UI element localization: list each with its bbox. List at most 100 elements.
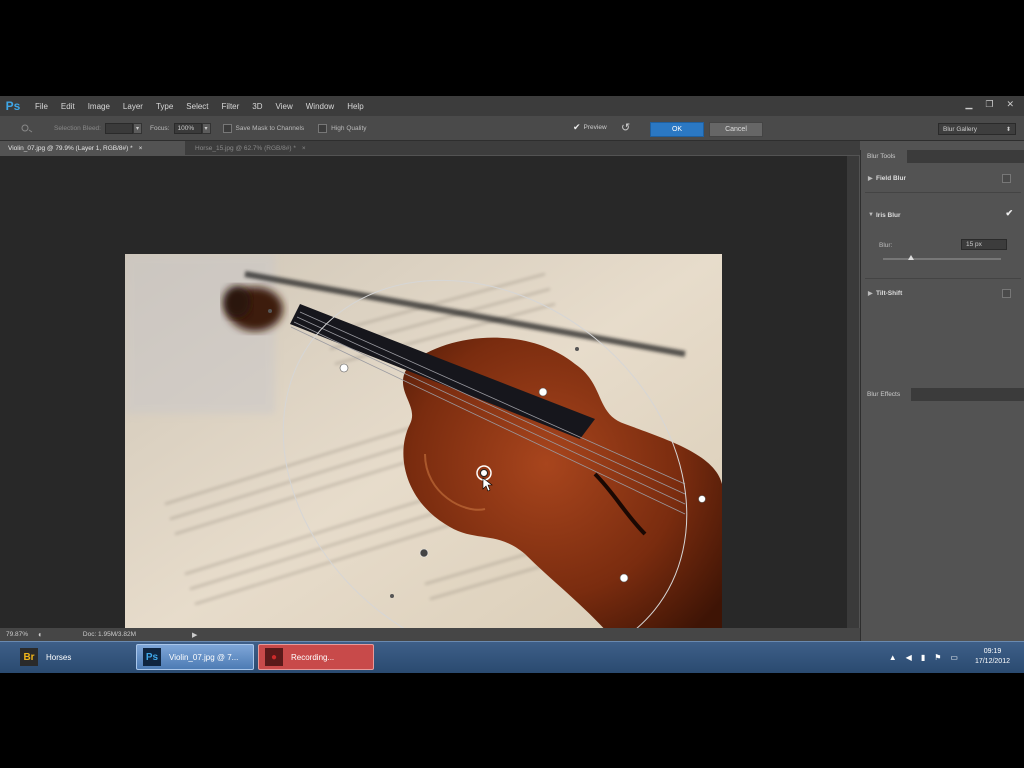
field-blur-row[interactable]: ▶ Field Blur <box>861 169 1024 187</box>
taskbar-item-label: Recording... <box>291 652 335 662</box>
recording-icon: ● <box>265 648 283 666</box>
taskbar-item-label: Violin_07.jpg @ 7... <box>169 652 239 662</box>
mouse-cursor-icon <box>482 477 493 492</box>
volume-icon[interactable]: ◀ <box>906 653 912 662</box>
iris-blur-label: Iris Blur <box>876 211 901 219</box>
photoshop-app-icon: Ps <box>143 648 161 666</box>
flag-icon[interactable]: ⚑ <box>934 653 941 662</box>
menu-help[interactable]: Help <box>347 102 363 111</box>
iris-center-pin-icon <box>476 465 492 481</box>
expand-triangle-icon[interactable]: ▶ <box>868 175 876 182</box>
iris-feather-handle <box>339 363 349 373</box>
focus-field[interactable]: 100% <box>173 122 202 134</box>
menu-edit[interactable]: Edit <box>61 102 75 111</box>
menu-bar: Ps File Edit Image Layer Type Select Fil… <box>0 96 1024 116</box>
menu-layer[interactable]: Layer <box>123 102 143 111</box>
close-tab-icon[interactable]: × <box>302 145 306 152</box>
menu-window[interactable]: Window <box>306 102 334 111</box>
focus-label: Focus: <box>149 124 170 132</box>
iris-ellipse-handle <box>698 495 706 503</box>
blur-tools-tab[interactable]: Blur Tools <box>861 150 907 163</box>
preview-label: Preview <box>583 124 607 131</box>
iris-feather-handle <box>619 573 629 583</box>
photoshop-window: Ps File Edit Image Layer Type Select Fil… <box>0 96 1024 641</box>
selection-bleed-label: Selection Bleed: <box>54 124 101 132</box>
save-mask-label: Save Mask to Channels <box>235 124 305 132</box>
high-quality-checkbox[interactable] <box>318 123 328 133</box>
network-icon[interactable]: ▮ <box>921 653 925 662</box>
doc-size: Doc: 1.95M/3.82M <box>82 631 136 638</box>
display-icon[interactable]: ▭ <box>950 653 958 662</box>
divider <box>865 192 1021 193</box>
menu-image[interactable]: Image <box>88 102 110 111</box>
options-bar: Selection Bleed: ▾ Focus: 100% ▾ Save Ma… <box>0 116 1024 141</box>
taskbar-item-bridge[interactable]: Br Horses <box>14 644 132 670</box>
selection-bleed-field[interactable] <box>104 122 133 134</box>
preview-checkmark-icon[interactable]: ✔ <box>573 122 581 133</box>
tilt-shift-row[interactable]: ▶ Tilt-Shift <box>861 284 1024 302</box>
taskbar: Br Horses Ps Violin_07.jpg @ 7... ● Reco… <box>0 641 1024 673</box>
pin-tool-icon[interactable] <box>20 123 40 133</box>
selection-bleed-dropdown[interactable]: ▾ <box>132 122 142 134</box>
taskbar-item-recording[interactable]: ● Recording... <box>258 644 374 670</box>
ok-button[interactable]: OK <box>650 122 704 137</box>
cancel-button[interactable]: Cancel <box>709 122 763 137</box>
tab-violin[interactable]: Violin_07.jpg @ 79.9% (Layer 1, RGB/8#) … <box>0 141 185 155</box>
status-info-icon[interactable]: ◐ <box>38 630 43 639</box>
high-quality-label: High Quality <box>331 124 367 132</box>
blur-amount-field[interactable]: 15 px <box>961 239 1007 250</box>
iris-blur-overlay[interactable] <box>0 156 847 628</box>
taskbar-item-photoshop[interactable]: Ps Violin_07.jpg @ 7... <box>136 644 254 670</box>
status-bar: 79.87% ◐ Doc: 1.95M/3.82M ▶ <box>0 628 860 641</box>
document-tabs: Violin_07.jpg @ 79.9% (Layer 1, RGB/8#) … <box>0 141 860 155</box>
iris-blur-checkmark-icon[interactable]: ✔ <box>1005 208 1013 219</box>
chevron-down-icon: ⬍ <box>1005 126 1011 133</box>
save-mask-option[interactable]: Save Mask to Channels <box>222 123 305 133</box>
blur-slider-track[interactable] <box>883 258 1001 260</box>
blur-panel: Blur Tools ▶ Field Blur ▼ Iris Blur ✔ Bl… <box>860 150 1024 641</box>
restore-icon[interactable]: ❐ <box>985 99 993 110</box>
window-controls: ▁ ❐ ✕ <box>965 99 1014 110</box>
bridge-app-icon: Br <box>20 648 38 666</box>
tab-horse-label: Horse_15.jpg @ 62.7% (RGB/8#) * <box>195 144 296 152</box>
iris-blur-row[interactable]: ▼ Iris Blur ✔ <box>861 206 1024 224</box>
field-blur-checkbox[interactable] <box>1002 174 1011 183</box>
reset-pins-icon[interactable]: ↺ <box>621 121 630 134</box>
iris-feather-handle <box>419 548 429 558</box>
menu-select[interactable]: Select <box>186 102 208 111</box>
focus-dropdown[interactable]: ▾ <box>201 122 211 134</box>
taskbar-item-label: Horses <box>46 652 72 662</box>
canvas-area[interactable] <box>0 156 847 641</box>
menu-file[interactable]: File <box>35 102 48 111</box>
status-arrow-icon[interactable]: ▶ <box>192 631 197 639</box>
blur-gallery-dropdown[interactable]: Blur Gallery ⬍ <box>938 123 1016 135</box>
menu-type[interactable]: Type <box>156 102 173 111</box>
zoom-level[interactable]: 79.87% <box>6 631 28 638</box>
close-tab-icon[interactable]: × <box>139 145 143 152</box>
minimize-icon[interactable]: ▁ <box>965 99 972 110</box>
collapse-triangle-icon[interactable]: ▼ <box>868 212 876 218</box>
blur-slider-knob[interactable] <box>908 255 915 260</box>
blur-effects-tab[interactable]: Blur Effects <box>861 388 911 401</box>
clock-date: 17/12/2012 <box>974 658 1010 665</box>
clock[interactable]: 09:19 17/12/2012 <box>975 647 1010 667</box>
high-quality-option[interactable]: High Quality <box>318 123 367 133</box>
expand-triangle-icon[interactable]: ▶ <box>868 290 876 297</box>
show-hidden-icons-icon[interactable]: ▲ <box>889 653 897 662</box>
tilt-shift-label: Tilt-Shift <box>876 289 903 297</box>
menu-filter[interactable]: Filter <box>222 102 240 111</box>
iris-feather-handle <box>538 387 548 397</box>
vertical-scrollbar[interactable] <box>847 156 859 628</box>
menu-3d[interactable]: 3D <box>252 102 262 111</box>
tab-violin-label: Violin_07.jpg @ 79.9% (Layer 1, RGB/8#) … <box>8 144 133 152</box>
field-blur-label: Field Blur <box>876 174 906 182</box>
menu-view[interactable]: View <box>276 102 293 111</box>
tab-horse[interactable]: Horse_15.jpg @ 62.7% (RGB/8#) * × <box>187 141 347 155</box>
blur-gallery-select-label: Blur Gallery <box>943 125 977 133</box>
photoshop-logo-icon: Ps <box>5 99 21 113</box>
divider <box>865 278 1021 279</box>
close-icon[interactable]: ✕ <box>1006 99 1014 110</box>
tilt-shift-checkbox[interactable] <box>1002 289 1011 298</box>
preview-option[interactable]: ✔ Preview <box>573 122 607 133</box>
save-mask-checkbox[interactable] <box>222 123 232 133</box>
